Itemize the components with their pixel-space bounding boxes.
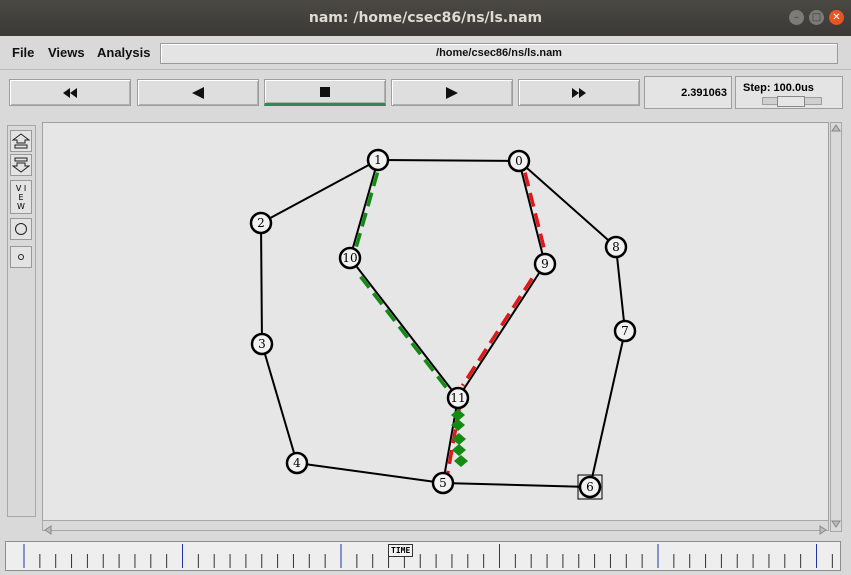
stop-button[interactable] [264, 79, 386, 106]
node-label: 9 [541, 257, 549, 271]
zoom-out-button[interactable] [10, 154, 32, 176]
large-node-button[interactable] [10, 218, 32, 240]
large-circle-icon [15, 223, 27, 235]
step-slider-thumb[interactable] [777, 96, 805, 107]
packet-flow-0-9 [523, 172, 548, 256]
timeline-ticks [23, 544, 849, 568]
fast-forward-button[interactable] [518, 79, 640, 106]
step-slider[interactable] [762, 96, 822, 107]
link-6-7 [589, 330, 626, 488]
vertical-scrollbar[interactable] [830, 122, 842, 532]
node-label: 7 [621, 324, 629, 338]
node-1[interactable]: 1 [366, 148, 390, 172]
node-label: 11 [450, 391, 465, 405]
link-1-0 [377, 159, 520, 162]
close-icon: ✕ [832, 11, 841, 23]
link-0-9 [518, 160, 546, 265]
maximize-button[interactable]: □ [809, 10, 824, 25]
node-5[interactable]: 5 [431, 471, 455, 495]
node-0[interactable]: 0 [507, 149, 531, 173]
animation-canvas[interactable]: 0 1 2 3 4 5 6 7 8 9 10 11 [42, 122, 829, 522]
link-7-8 [615, 246, 626, 332]
play-forward-icon [446, 86, 458, 99]
file-path-display: /home/csec86/ns/ls.nam [160, 43, 838, 64]
link-9-11 [457, 263, 546, 399]
scroll-arrows-vertical [831, 124, 841, 528]
node-label: 10 [342, 251, 357, 265]
node-7[interactable]: 7 [613, 319, 637, 343]
small-node-button[interactable] [10, 246, 32, 268]
menu-file[interactable]: File [12, 45, 34, 60]
window-titlebar[interactable]: nam: /home/csec86/ns/ls.nam [0, 0, 851, 36]
play-backward-button[interactable] [137, 79, 259, 106]
node-label: 3 [258, 337, 266, 351]
link-1-2 [260, 159, 379, 224]
view-toolbar: V I E W [7, 125, 36, 517]
zoom-out-icon [12, 157, 30, 173]
menu-views[interactable]: Views [48, 45, 85, 60]
link-10-11 [349, 257, 459, 399]
link-1-10 [349, 159, 379, 259]
node-label: 1 [374, 153, 382, 167]
zoom-in-button[interactable] [10, 130, 32, 152]
packet-flow-1-10 [353, 172, 380, 252]
scroll-arrows-horizontal [44, 525, 827, 535]
node-label: 0 [515, 154, 523, 168]
fast-rewind-icon [63, 87, 77, 98]
node-label: 4 [293, 456, 301, 470]
simulation-time: 2.391063 [644, 76, 732, 109]
horizontal-scrollbar[interactable] [42, 520, 829, 535]
packet-flow-10-11 [359, 275, 449, 390]
node-11[interactable]: 11 [446, 386, 470, 410]
view-button[interactable]: V I E W [10, 180, 32, 214]
minimize-icon: – [794, 11, 799, 23]
play-backward-icon [192, 86, 204, 99]
node-label: 5 [439, 476, 447, 490]
queued-packet [454, 455, 468, 467]
node-label: 8 [612, 240, 620, 254]
maximize-icon: □ [811, 11, 822, 23]
time-slider-thumb[interactable]: TIME [388, 544, 414, 557]
node-8[interactable]: 8 [604, 235, 628, 259]
link-4-5 [296, 462, 444, 484]
close-button[interactable]: ✕ [829, 10, 844, 25]
step-control: Step: 100.0us [735, 76, 843, 109]
network-topology[interactable]: 0 1 2 3 4 5 6 7 8 9 10 11 [43, 123, 828, 521]
node-3[interactable]: 3 [250, 332, 274, 356]
window-title: nam: /home/csec86/ns/ls.nam [308, 10, 543, 26]
packet-flow-9-11 [460, 277, 534, 387]
node-9[interactable]: 9 [533, 252, 557, 276]
node-2[interactable]: 2 [249, 211, 273, 235]
queued-packet [452, 444, 466, 456]
node-label: 2 [257, 216, 265, 230]
small-circle-icon [18, 254, 24, 260]
minimize-button[interactable]: – [789, 10, 804, 25]
step-label: Step: 100.0us [743, 82, 814, 94]
node-6[interactable]: 6 [577, 474, 603, 500]
menu-analysis[interactable]: Analysis [97, 45, 150, 60]
link-3-4 [261, 343, 298, 464]
rewind-button[interactable] [9, 79, 131, 106]
stop-icon [320, 86, 330, 97]
node-10[interactable]: 10 [338, 246, 362, 270]
node-label: 6 [586, 480, 594, 494]
timeline-slider[interactable] [5, 541, 849, 571]
zoom-in-icon [12, 133, 30, 149]
play-forward-button[interactable] [391, 79, 513, 106]
link-5-6 [442, 482, 591, 488]
view-label: V I E W [15, 183, 27, 211]
fast-forward-icon [572, 87, 586, 98]
node-4[interactable]: 4 [285, 451, 309, 475]
link-2-3 [260, 222, 263, 345]
